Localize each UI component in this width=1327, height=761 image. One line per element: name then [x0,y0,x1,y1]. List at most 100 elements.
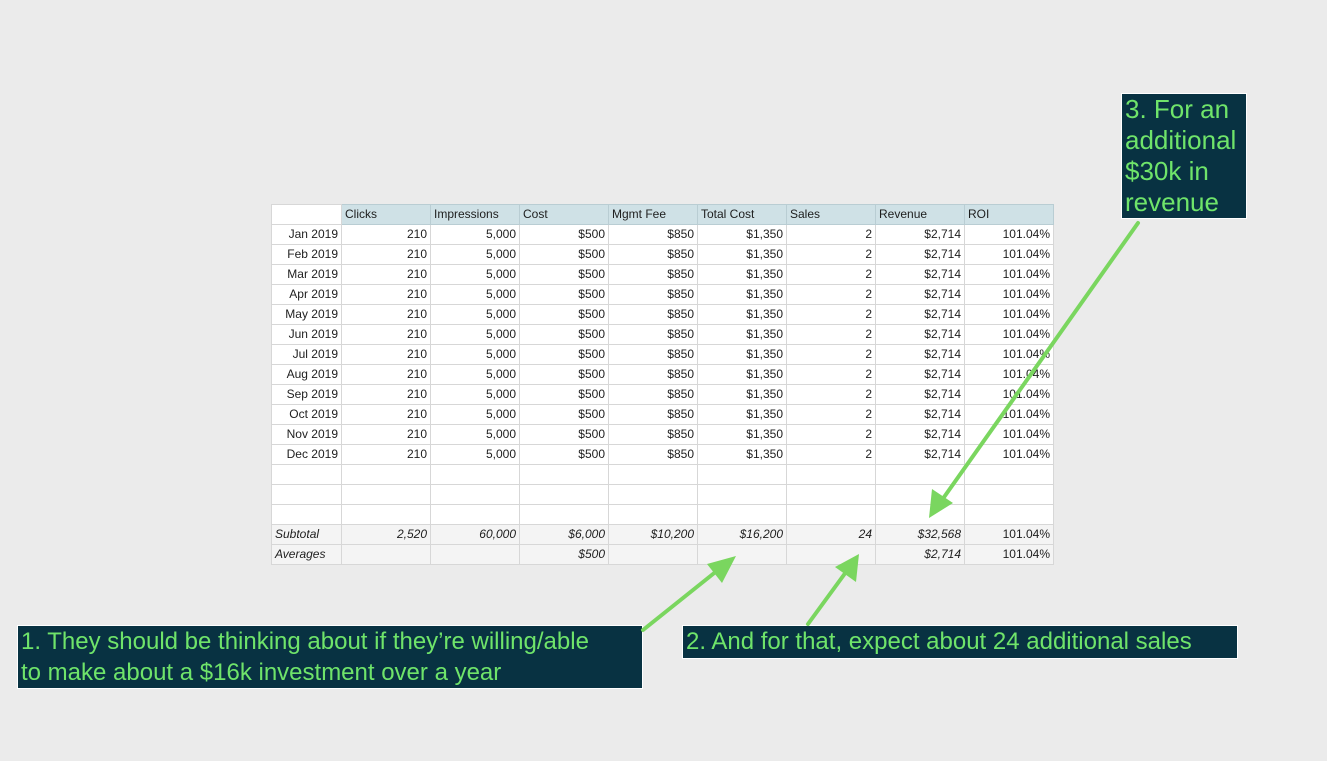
cell-month[interactable]: Averages [271,544,342,565]
cell-total-cost[interactable]: $1,350 [697,344,787,365]
cell-revenue[interactable]: $2,714 [875,404,965,425]
cell-total-cost[interactable]: $1,350 [697,244,787,265]
cell-clicks[interactable]: 2,520 [341,524,431,545]
cell-roi[interactable]: 101.04% [964,344,1054,365]
cell-impressions[interactable]: 5,000 [430,384,520,405]
cell-roi[interactable]: 101.04% [964,304,1054,325]
cell-impressions[interactable]: 60,000 [430,524,520,545]
cell-impressions[interactable] [430,484,520,505]
cell-total-cost[interactable]: $16,200 [697,524,787,545]
col-header-revenue[interactable]: Revenue [875,204,965,225]
col-header-mgmt-fee[interactable]: Mgmt Fee [608,204,698,225]
cell-month[interactable]: Feb 2019 [271,244,342,265]
cell-impressions[interactable]: 5,000 [430,244,520,265]
cell-roi[interactable]: 101.04% [964,244,1054,265]
cell-impressions[interactable]: 5,000 [430,304,520,325]
cell-revenue[interactable]: $2,714 [875,324,965,345]
cell-sales[interactable]: 2 [786,324,876,345]
cell-mgmt-fee[interactable]: $850 [608,344,698,365]
cell-total-cost[interactable] [697,464,787,485]
cell-cost[interactable]: $500 [519,404,609,425]
col-header-roi[interactable]: ROI [964,204,1054,225]
cell-cost[interactable]: $500 [519,304,609,325]
cell-revenue[interactable]: $2,714 [875,224,965,245]
cell-total-cost[interactable]: $1,350 [697,384,787,405]
cell-sales[interactable] [786,544,876,565]
cell-month[interactable]: Jul 2019 [271,344,342,365]
cell-month[interactable] [271,464,342,485]
cell-roi[interactable]: 101.04% [964,424,1054,445]
col-header-cost[interactable]: Cost [519,204,609,225]
cell-impressions[interactable]: 5,000 [430,284,520,305]
cell-month[interactable]: Jun 2019 [271,324,342,345]
cell-total-cost[interactable] [697,544,787,565]
col-header-clicks[interactable]: Clicks [341,204,431,225]
cell-clicks[interactable]: 210 [341,444,431,465]
cell-revenue[interactable]: $2,714 [875,444,965,465]
cell-month[interactable]: Aug 2019 [271,364,342,385]
cell-revenue[interactable]: $32,568 [875,524,965,545]
cell-impressions[interactable]: 5,000 [430,424,520,445]
cell-cost[interactable]: $500 [519,344,609,365]
cell-roi[interactable]: 101.04% [964,284,1054,305]
cell-total-cost[interactable]: $1,350 [697,324,787,345]
cell-sales[interactable]: 2 [786,404,876,425]
cell-cost[interactable]: $500 [519,324,609,345]
cell-mgmt-fee[interactable]: $850 [608,384,698,405]
cell-month[interactable]: Oct 2019 [271,404,342,425]
cell-mgmt-fee[interactable]: $850 [608,444,698,465]
cell-roi[interactable]: 101.04% [964,224,1054,245]
cell-month[interactable]: Dec 2019 [271,444,342,465]
cell-sales[interactable]: 24 [786,524,876,545]
cell-clicks[interactable]: 210 [341,324,431,345]
cell-mgmt-fee[interactable] [608,544,698,565]
cell-sales[interactable] [786,504,876,525]
cell-clicks[interactable] [341,484,431,505]
cell-impressions[interactable]: 5,000 [430,444,520,465]
cell-month[interactable]: Nov 2019 [271,424,342,445]
cell-revenue[interactable]: $2,714 [875,264,965,285]
cell-clicks[interactable] [341,504,431,525]
cell-roi[interactable] [964,464,1054,485]
cell-roi[interactable]: 101.04% [964,524,1054,545]
cell-month[interactable]: Subtotal [271,524,342,545]
cell-total-cost[interactable]: $1,350 [697,284,787,305]
cell-total-cost[interactable]: $1,350 [697,304,787,325]
cell-total-cost[interactable]: $1,350 [697,364,787,385]
cell-revenue[interactable] [875,484,965,505]
cell-mgmt-fee[interactable]: $850 [608,324,698,345]
cell-roi[interactable] [964,484,1054,505]
cell-cost[interactable] [519,504,609,525]
cell-mgmt-fee[interactable]: $850 [608,244,698,265]
cell-clicks[interactable]: 210 [341,364,431,385]
cell-clicks[interactable] [341,544,431,565]
cell-roi[interactable]: 101.04% [964,404,1054,425]
cell-revenue[interactable]: $2,714 [875,424,965,445]
cell-roi[interactable]: 101.04% [964,264,1054,285]
cell-impressions[interactable]: 5,000 [430,344,520,365]
cell-roi[interactable]: 101.04% [964,444,1054,465]
cell-revenue[interactable]: $2,714 [875,284,965,305]
cell-revenue[interactable]: $2,714 [875,344,965,365]
cell-cost[interactable]: $6,000 [519,524,609,545]
cell-total-cost[interactable]: $1,350 [697,264,787,285]
cell-roi[interactable] [964,504,1054,525]
cell-mgmt-fee[interactable] [608,504,698,525]
cell-clicks[interactable] [341,464,431,485]
cell-roi[interactable]: 101.04% [964,324,1054,345]
cell-sales[interactable]: 2 [786,284,876,305]
cell-sales[interactable] [786,484,876,505]
cell-cost[interactable]: $500 [519,264,609,285]
cell-revenue[interactable]: $2,714 [875,384,965,405]
cell-total-cost[interactable] [697,484,787,505]
cell-impressions[interactable]: 5,000 [430,364,520,385]
cell-revenue[interactable]: $2,714 [875,364,965,385]
cell-impressions[interactable]: 5,000 [430,324,520,345]
col-header-total-cost[interactable]: Total Cost [697,204,787,225]
cell-month[interactable] [271,484,342,505]
cell-clicks[interactable]: 210 [341,404,431,425]
cell-cost[interactable]: $500 [519,544,609,565]
cell-revenue[interactable]: $2,714 [875,244,965,265]
cell-mgmt-fee[interactable]: $850 [608,224,698,245]
cell-month[interactable]: Jan 2019 [271,224,342,245]
